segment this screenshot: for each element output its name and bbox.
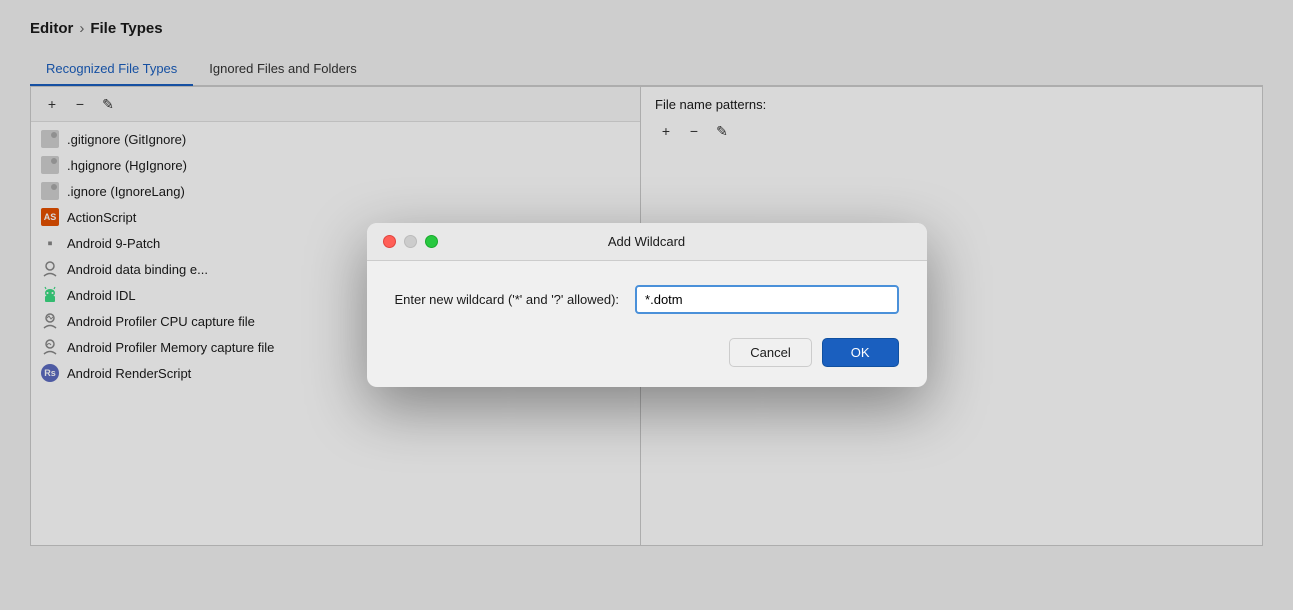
maximize-button[interactable]	[425, 235, 438, 248]
cancel-button[interactable]: Cancel	[729, 338, 811, 367]
modal-body: Enter new wildcard ('*' and '?' allowed)…	[367, 261, 927, 387]
modal-buttons: Cancel OK	[395, 338, 899, 367]
main-container: Editor › File Types Recognized File Type…	[0, 0, 1293, 610]
wildcard-input[interactable]	[635, 285, 898, 314]
modal-title: Add Wildcard	[608, 234, 685, 249]
modal-overlay: Add Wildcard Enter new wildcard ('*' and…	[0, 0, 1293, 610]
ok-button[interactable]: OK	[822, 338, 899, 367]
minimize-button[interactable]	[404, 235, 417, 248]
modal-input-row: Enter new wildcard ('*' and '?' allowed)…	[395, 285, 899, 314]
traffic-lights	[383, 235, 438, 248]
wildcard-prompt-label: Enter new wildcard ('*' and '?' allowed)…	[395, 292, 620, 307]
modal-titlebar: Add Wildcard	[367, 223, 927, 261]
add-wildcard-dialog: Add Wildcard Enter new wildcard ('*' and…	[367, 223, 927, 387]
close-button[interactable]	[383, 235, 396, 248]
